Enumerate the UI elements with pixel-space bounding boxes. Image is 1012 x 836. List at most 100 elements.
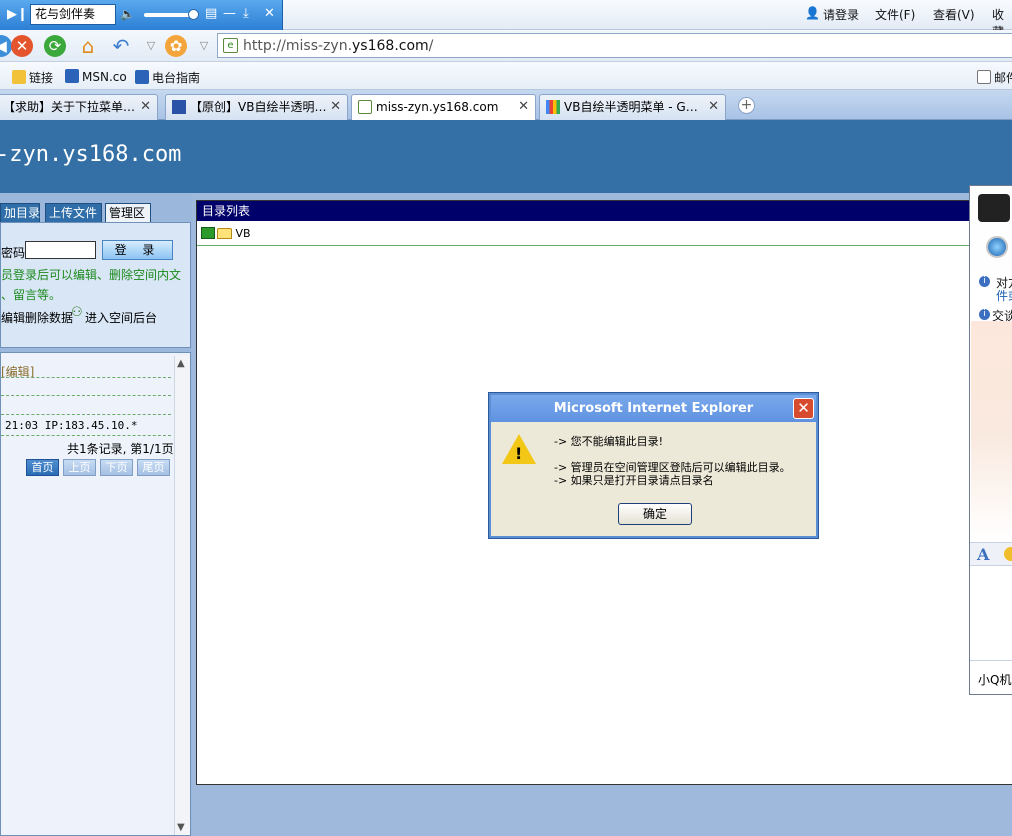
ok-button[interactable]: 确定 (618, 503, 692, 525)
navigation-bar: ◀ ✕ ⟳ ⌂ ↶ ▽ ✿ ▽ e http://miss-zyn.ys168.… (0, 30, 1012, 62)
address-url[interactable]: http://miss-zyn.ys168.com/ (243, 38, 433, 54)
divider (197, 245, 1012, 246)
qq-footer-label: 小Q机 (978, 673, 1012, 687)
mail-icon (977, 70, 991, 84)
user-icon: ⚇ (71, 305, 83, 320)
left-scrollbar[interactable]: ▲ ▼ (174, 356, 190, 835)
site-title: -zyn.ys168.com (0, 142, 182, 167)
warning-mark: ! (515, 444, 523, 463)
font-icon[interactable]: A (977, 545, 989, 564)
divider (1, 435, 171, 436)
last-page-button[interactable]: 尾页 (137, 459, 170, 476)
chat-toolbar: A (970, 542, 1012, 566)
message-box: [编辑] 21:03 IP:183.45.10.* 共1条记录, 第1/1页 首… (0, 352, 191, 836)
divider (1, 395, 171, 396)
google-icon (546, 100, 560, 114)
fav-mail[interactable]: 邮件 (977, 69, 1012, 86)
tab-manage[interactable]: 管理区 (105, 203, 151, 224)
close-icon[interactable]: ✕ (793, 398, 814, 419)
download-icon[interactable]: ⤓ (243, 6, 249, 22)
msn-icon (65, 69, 79, 83)
chat-background (971, 321, 1012, 541)
new-tab-button[interactable]: + (738, 97, 755, 114)
menu-login[interactable]: 请登录 (823, 6, 859, 23)
media-player-bar: ▶❙ 花与剑伴奏 🔈 ▤ — ⤓ ✕ (0, 0, 283, 30)
qq-footer: 小Q机 (970, 660, 1012, 696)
user-icon[interactable]: 👤 (805, 6, 820, 20)
edit-icon[interactable] (201, 227, 215, 239)
tab-help[interactable]: 【求助】关于下拉菜单… ✕ (0, 94, 158, 120)
msn-icon (135, 70, 149, 84)
volume-slider[interactable] (144, 13, 194, 17)
tab-original[interactable]: 【原创】VB自绘半透明… ✕ (165, 94, 348, 120)
dialog-message-3: -> 如果只是打开目录请点目录名 (554, 474, 714, 487)
menu-file[interactable]: 文件(F) (875, 6, 915, 23)
minimize-icon[interactable]: — (223, 6, 236, 22)
fav-links[interactable]: 链接 (12, 69, 53, 86)
tab-upload[interactable]: 上传文件 (45, 203, 102, 223)
volume-icon[interactable]: 🔈 (120, 7, 135, 21)
left-tabs: 加目录 上传文件 管理区 (0, 203, 192, 224)
alert-dialog: Microsoft Internet Explorer ✕ ! -> 您不能编辑… (489, 393, 818, 538)
scroll-up-icon[interactable]: ▲ (177, 358, 185, 369)
dialog-title: Microsoft Internet Explorer (491, 395, 816, 422)
folder-icon (12, 70, 26, 84)
undo-icon[interactable]: ↶ (110, 35, 132, 57)
address-bar[interactable]: e http://miss-zyn.ys168.com/ (217, 33, 1012, 58)
info-icon: i (979, 276, 990, 287)
qq-info-2[interactable]: 件或 (996, 287, 1012, 304)
menu-view[interactable]: 查看(V) (933, 6, 975, 23)
login-box: 密码: 登 录 员登录后可以编辑、删除空间内文 、留言等。 编辑删除数据 ⚇ 进入… (0, 222, 191, 348)
home-icon[interactable]: ⌂ (77, 35, 99, 57)
close-icon[interactable]: ✕ (708, 95, 719, 119)
close-icon[interactable]: ✕ (330, 95, 341, 119)
page-icon (358, 100, 372, 114)
refresh-icon[interactable]: ⟳ (44, 35, 66, 57)
next-page-button[interactable]: 下页 (100, 459, 133, 476)
dialog-message-1: -> 您不能编辑此目录! (554, 435, 664, 448)
emoji-icon[interactable] (1004, 547, 1012, 561)
record-count: 共1条记录, 第1/1页 (67, 442, 174, 456)
enter-backend-link[interactable]: 进入空间后台 (85, 309, 157, 326)
close-icon[interactable]: ✕ (140, 95, 151, 119)
paw-icon (172, 100, 186, 114)
close-icon[interactable]: ✕ (518, 95, 529, 119)
play-icon[interactable]: ▶❙ (7, 7, 28, 23)
scroll-down-icon[interactable]: ▼ (177, 822, 185, 833)
edit-delete-link[interactable]: 编辑删除数据 (1, 309, 73, 326)
password-input[interactable] (25, 241, 96, 259)
divider (1, 377, 171, 378)
tab-google[interactable]: VB自绘半透明菜单 - G… ✕ (539, 94, 726, 120)
first-page-button[interactable]: 首页 (26, 459, 59, 476)
tab-bar: 【求助】关于下拉菜单… ✕ 【原创】VB自绘半透明… ✕ miss-zyn.ys16… (0, 90, 1012, 121)
chevron-down-icon[interactable]: ▽ (193, 35, 215, 57)
info-icon: i (979, 309, 990, 320)
tab-current[interactable]: miss-zyn.ys168.com ✕ (351, 94, 536, 121)
divider (1, 414, 171, 415)
qq-chat-window: i对方 件或 i交谈 A 小Q机 (969, 185, 1012, 695)
close-icon[interactable]: ✕ (264, 6, 275, 22)
directory-row[interactable]: VB (201, 227, 251, 240)
song-title[interactable]: 花与剑伴奏 (30, 4, 116, 25)
tab-add-dir[interactable]: 加目录 (0, 203, 40, 223)
playlist-icon[interactable]: ▤ (205, 6, 217, 22)
top-bar: ▶❙ 花与剑伴奏 🔈 ▤ — ⤓ ✕ 👤 请登录 文件(F) 查看(V) 收藏 (0, 0, 1012, 39)
paw-icon[interactable]: ✿ (165, 35, 187, 57)
site-banner: -zyn.ys168.com (0, 120, 1012, 193)
fav-msn[interactable]: MSN.co (65, 69, 127, 84)
login-button[interactable]: 登 录 (102, 240, 173, 260)
login-tip: 员登录后可以编辑、删除空间内文 、留言等。 (1, 268, 182, 302)
folder-name[interactable]: VB (236, 227, 251, 240)
folder-icon (217, 228, 232, 239)
webcam-icon[interactable] (986, 236, 1008, 258)
favorites-bar: 链接 MSN.co 电台指南 邮件 (0, 62, 1012, 90)
directory-header: 目录列表 (197, 201, 1012, 221)
prev-page-button[interactable]: 上页 (63, 459, 96, 476)
message-ip: 21:03 IP:183.45.10.* (5, 419, 138, 432)
stop-icon[interactable]: ✕ (11, 35, 33, 57)
page-icon: e (223, 38, 238, 53)
fav-radio[interactable]: 电台指南 (135, 69, 200, 86)
chevron-down-icon[interactable]: ▽ (140, 35, 162, 57)
camera-icon[interactable] (978, 194, 1010, 222)
volume-slider-knob[interactable] (188, 9, 199, 20)
